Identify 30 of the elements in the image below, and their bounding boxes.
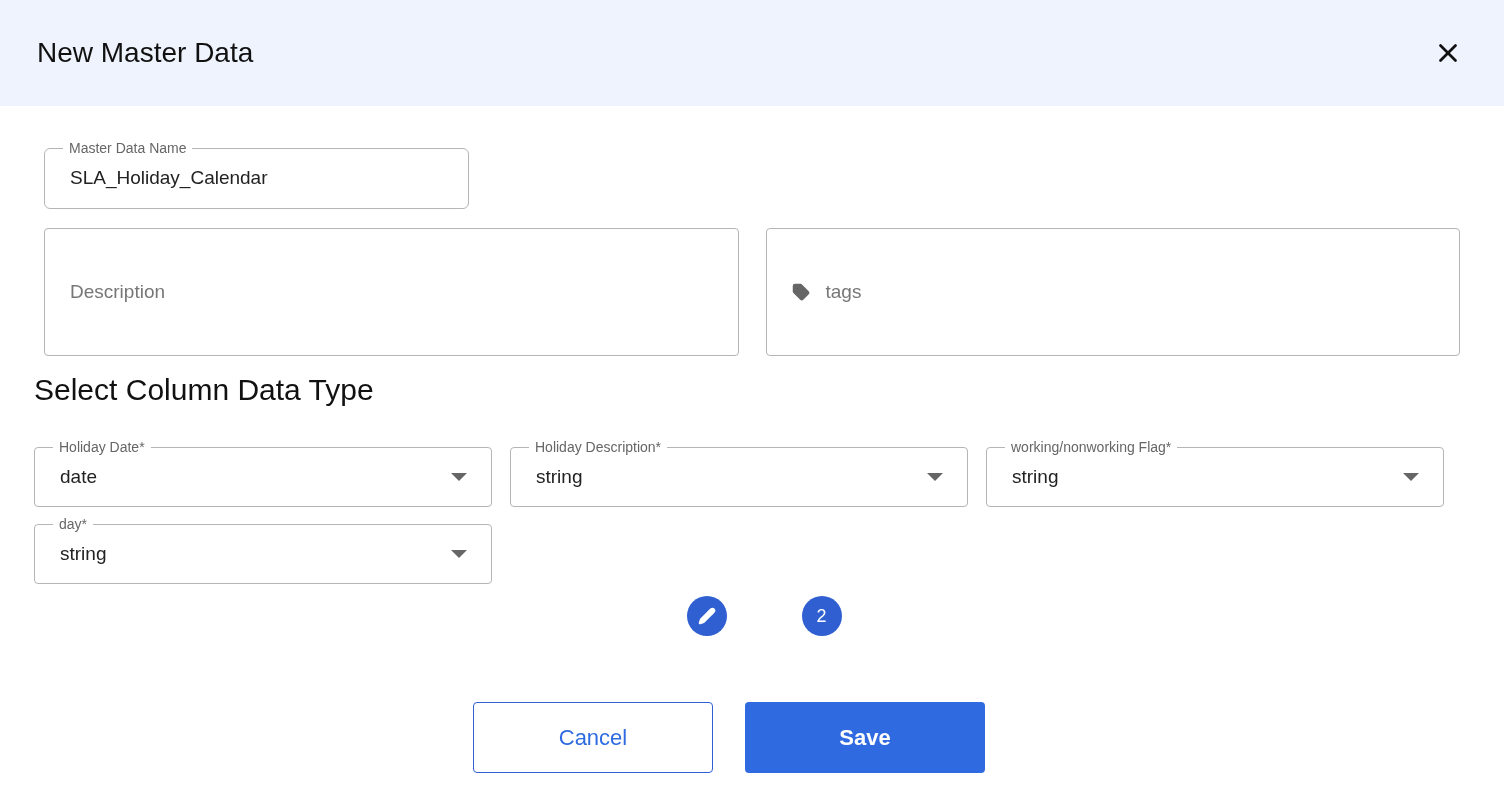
select-value: string [536, 464, 584, 489]
field-value: SLA_Holiday_Calendar [70, 166, 268, 191]
floating-label: Holiday Date* [58, 438, 146, 456]
tag-icon [791, 283, 810, 301]
dropdown-caret-icon [451, 473, 467, 481]
select-value: date [60, 464, 98, 489]
placeholder-text: Description [70, 279, 166, 304]
floating-label: day* [58, 515, 89, 533]
tags-field[interactable]: tags [765, 228, 1460, 356]
cancel-button[interactable]: Cancel [473, 702, 713, 773]
section-title: Select Column Data Type [34, 372, 375, 408]
select-value: string [60, 541, 108, 566]
type-select[interactable]: Holiday Description* string [510, 438, 968, 507]
placeholder-text: tags [825, 279, 862, 304]
dropdown-caret-icon [451, 550, 467, 558]
type-select[interactable]: day* string [34, 515, 492, 584]
dialog-title: New Master Data [37, 36, 254, 70]
save-button[interactable]: Save [745, 702, 985, 773]
pencil-icon [697, 607, 716, 625]
floating-label: Holiday Description* [534, 438, 663, 456]
edit-button[interactable] [686, 596, 727, 636]
floating-label: working/nonworking Flag* [1010, 438, 1173, 456]
floating-label: Master Data Name [68, 139, 188, 157]
dropdown-caret-icon [1403, 473, 1419, 481]
type-select[interactable]: working/nonworking Flag* string [986, 438, 1444, 507]
type-select[interactable]: Holiday Date* date [34, 438, 492, 507]
select-value: string [1012, 464, 1060, 489]
dropdown-caret-icon [927, 473, 943, 481]
count-badge: 2 [801, 596, 842, 636]
description-field[interactable]: Description [44, 228, 739, 356]
